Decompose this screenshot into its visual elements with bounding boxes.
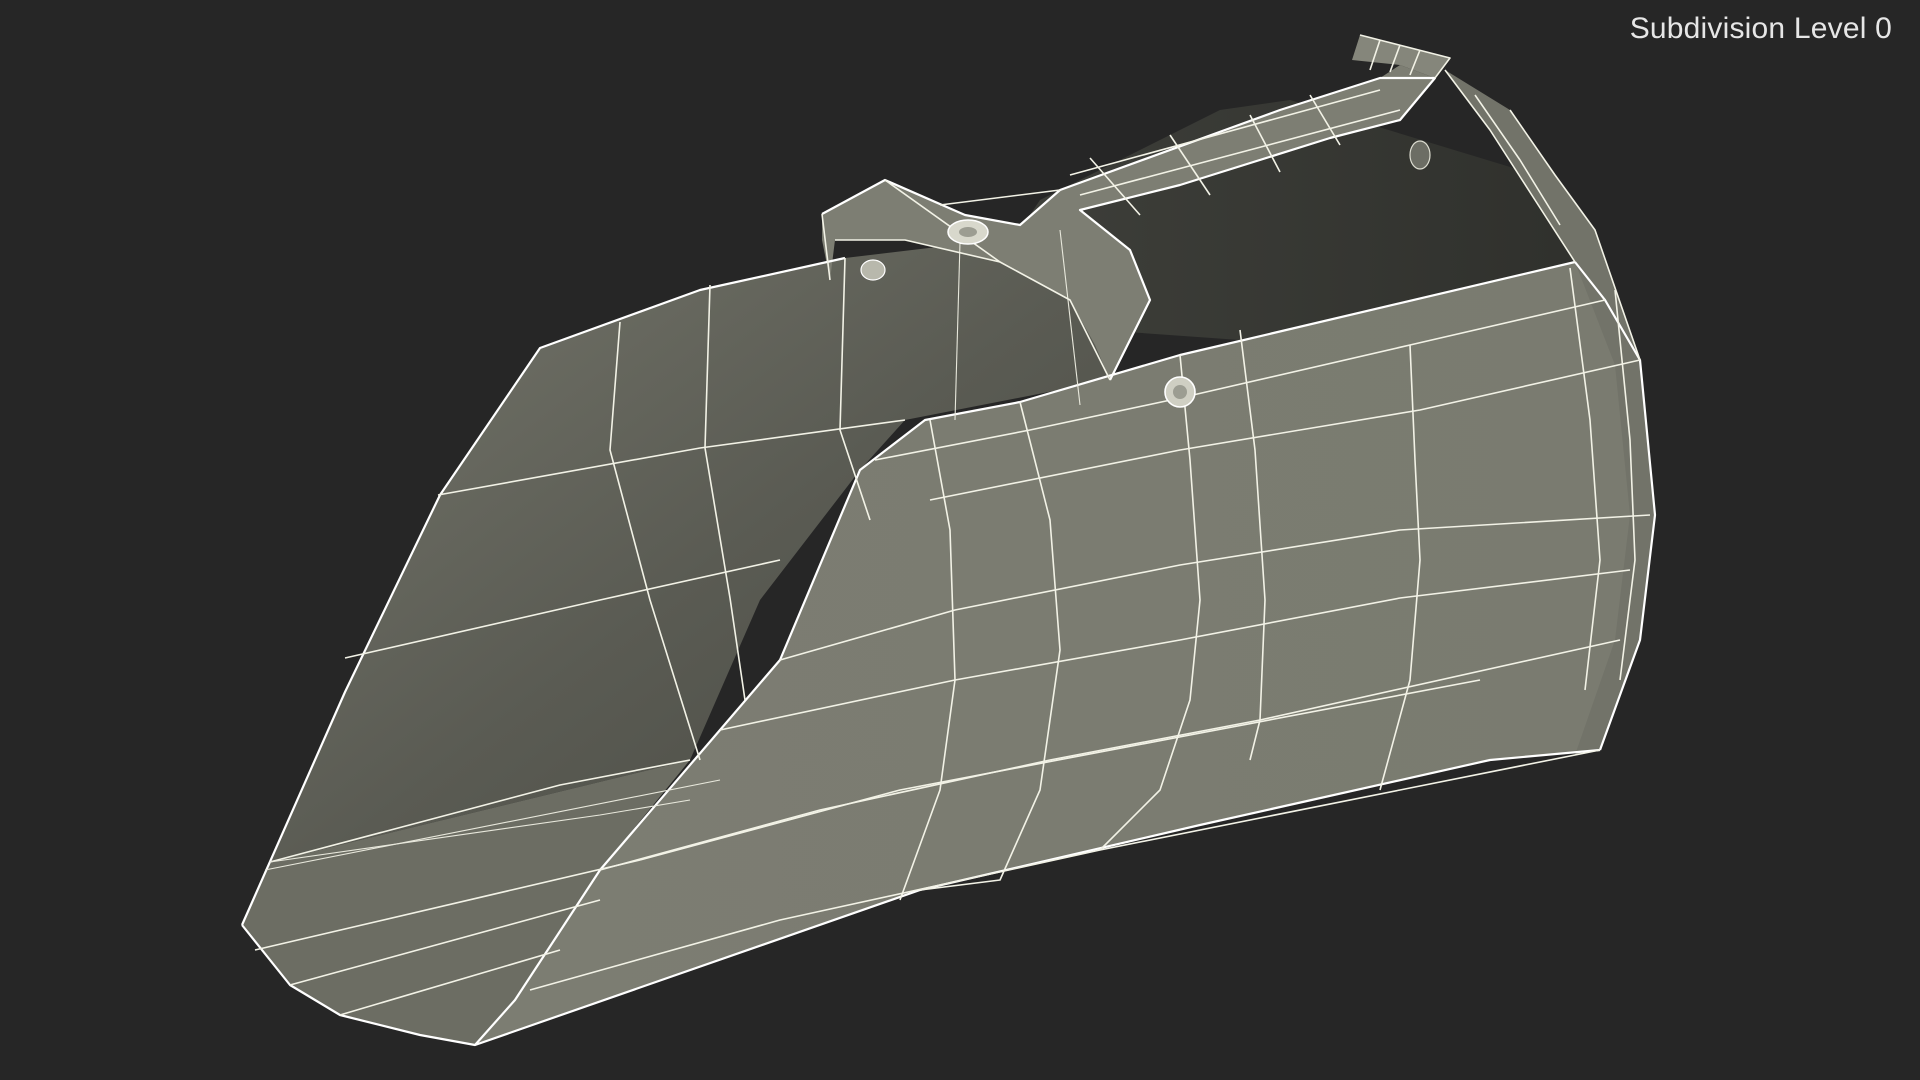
rivet-right-wall bbox=[1164, 376, 1196, 408]
scoop-model[interactable] bbox=[0, 0, 1920, 1080]
rivet-back-wall bbox=[1409, 140, 1431, 170]
3d-viewport[interactable]: Subdivision Level 0 bbox=[0, 0, 1920, 1080]
rivet-left-wall bbox=[860, 259, 886, 281]
rivet-handle-top bbox=[947, 219, 989, 245]
subdivision-level-label: Subdivision Level 0 bbox=[1629, 12, 1892, 45]
